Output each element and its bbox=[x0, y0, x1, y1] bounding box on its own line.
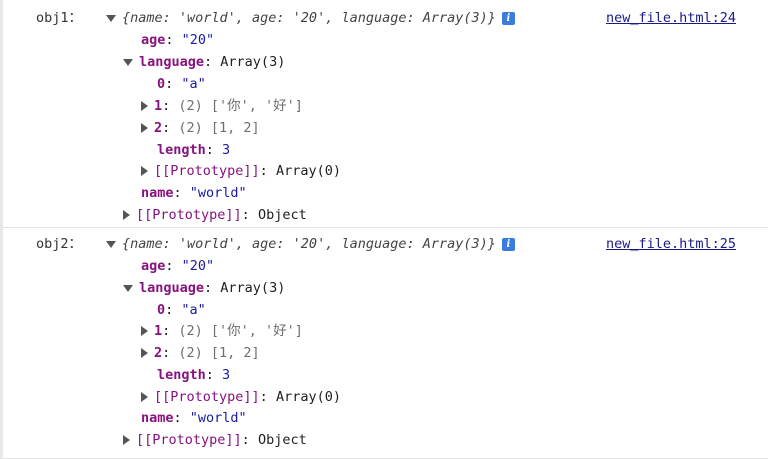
triangle-right-icon[interactable] bbox=[141, 326, 148, 336]
prop-age: age: "20" bbox=[141, 32, 215, 48]
array-item-2[interactable]: 2: (2) [1, 2] bbox=[141, 117, 260, 139]
array-item-0: 0: "a" bbox=[157, 302, 206, 318]
object-preview-row[interactable]: {name: 'world', age: '20', language: Arr… bbox=[106, 7, 515, 29]
object-preview: {name: 'world', age: '20', language: Arr… bbox=[122, 10, 496, 26]
triangle-down-icon[interactable] bbox=[123, 284, 133, 292]
triangle-right-icon[interactable] bbox=[123, 435, 130, 445]
triangle-right-icon[interactable] bbox=[141, 166, 148, 176]
array-length: length: 3 bbox=[157, 367, 231, 383]
array-prototype[interactable]: [[Prototype]]: Array(0) bbox=[141, 160, 341, 182]
triangle-right-icon[interactable] bbox=[141, 123, 148, 133]
array-length: length: 3 bbox=[157, 142, 231, 158]
triangle-right-icon[interactable] bbox=[123, 210, 130, 220]
console-message-obj2: obj2： {name: 'world', age: '20', languag… bbox=[0, 228, 768, 459]
object-prototype[interactable]: [[Prototype]]: Object bbox=[123, 204, 307, 226]
source-link[interactable]: new_file.html:25 bbox=[606, 233, 736, 255]
triangle-down-icon[interactable] bbox=[106, 240, 116, 248]
object-prototype[interactable]: [[Prototype]]: Object bbox=[123, 429, 307, 451]
info-icon[interactable]: i bbox=[501, 237, 515, 251]
triangle-down-icon[interactable] bbox=[123, 58, 133, 66]
log-label: obj1： bbox=[36, 10, 83, 26]
source-link[interactable]: new_file.html:24 bbox=[606, 7, 736, 29]
array-prototype[interactable]: [[Prototype]]: Array(0) bbox=[141, 386, 341, 408]
triangle-right-icon[interactable] bbox=[141, 348, 148, 358]
object-preview: {name: 'world', age: '20', language: Arr… bbox=[122, 236, 496, 252]
prop-language[interactable]: language: Array(3) bbox=[123, 277, 285, 299]
array-item-1[interactable]: 1: (2) ['你', '好'] bbox=[141, 95, 303, 117]
triangle-right-icon[interactable] bbox=[141, 392, 148, 402]
object-preview-row[interactable]: {name: 'world', age: '20', language: Arr… bbox=[106, 233, 515, 255]
triangle-down-icon[interactable] bbox=[106, 14, 116, 22]
prop-language[interactable]: language: Array(3) bbox=[123, 51, 285, 73]
prop-name: name: "world" bbox=[141, 410, 247, 426]
info-icon[interactable]: i bbox=[501, 11, 515, 25]
prop-age: age: "20" bbox=[141, 258, 215, 274]
log-label: obj2： bbox=[36, 236, 83, 252]
array-item-1[interactable]: 1: (2) ['你', '好'] bbox=[141, 320, 303, 342]
array-item-2[interactable]: 2: (2) [1, 2] bbox=[141, 342, 260, 364]
triangle-right-icon[interactable] bbox=[141, 101, 148, 111]
prop-name: name: "world" bbox=[141, 185, 247, 201]
console-message-obj1: obj1： {name: 'world', age: '20', languag… bbox=[0, 0, 768, 228]
array-item-0: 0: "a" bbox=[157, 76, 206, 92]
